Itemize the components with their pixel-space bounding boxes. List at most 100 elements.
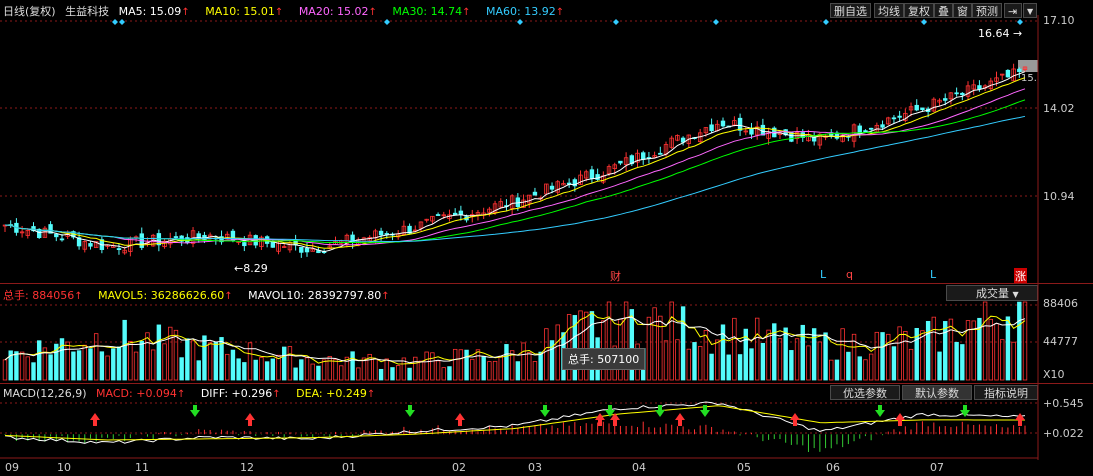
candle-body	[1017, 68, 1022, 73]
volume-bar	[287, 346, 293, 381]
event-diamond-icon	[1017, 19, 1023, 25]
sell-signal-arrow-icon	[963, 405, 967, 411]
candle-body	[589, 169, 595, 179]
volume-bar	[407, 367, 412, 381]
volume-bar	[538, 351, 543, 381]
volume-bar	[259, 357, 264, 381]
candle-body	[458, 210, 464, 215]
volume-bar	[253, 359, 258, 381]
sell-signal-arrow-icon	[700, 410, 710, 417]
volume-bar	[1000, 339, 1005, 381]
buy-signal-arrow-icon	[458, 420, 462, 426]
volume-bar	[418, 360, 424, 381]
buy-signal-arrow-icon	[1015, 413, 1025, 420]
candle-body	[641, 152, 646, 160]
volume-bar	[988, 318, 994, 381]
buy-signal-arrow-icon	[675, 413, 685, 420]
sell-signal-arrow-icon	[405, 410, 415, 417]
volume-bar	[544, 328, 549, 381]
volume-bar	[749, 348, 754, 381]
volume-bar	[709, 353, 714, 381]
volume-bar	[447, 366, 452, 381]
volume-bar	[481, 356, 486, 381]
candle-body	[384, 233, 389, 235]
volume-bar	[14, 351, 19, 381]
candle-body	[943, 98, 948, 101]
volume-bar	[162, 343, 167, 381]
volume-bar	[230, 349, 236, 381]
volume-bar	[282, 346, 287, 381]
sell-signal-arrow-icon	[608, 405, 612, 411]
volume-bar	[800, 324, 805, 381]
buy-signal-arrow-icon	[598, 420, 602, 426]
sell-signal-arrow-icon	[193, 405, 197, 411]
candle-body	[658, 152, 663, 155]
ma-line	[4, 99, 1026, 244]
volume-bar	[384, 358, 389, 381]
volume-bar	[920, 330, 925, 381]
candle-body	[253, 235, 258, 246]
candle-body	[914, 104, 919, 111]
candle-body	[891, 117, 897, 120]
sell-signal-arrow-icon	[878, 405, 882, 411]
volume-bar	[179, 357, 184, 381]
volume-bar	[413, 356, 418, 381]
macd-dea-line	[4, 405, 1025, 441]
volume-bar	[31, 362, 36, 381]
volume-bar	[754, 317, 760, 381]
volume-bar	[925, 320, 931, 381]
volume-bar	[2, 359, 8, 381]
volume-bar	[903, 331, 908, 381]
volume-bar	[794, 338, 800, 381]
volume-bar	[783, 327, 788, 381]
volume-bar	[646, 316, 652, 381]
candle-body	[270, 241, 276, 248]
volume-bar	[264, 361, 270, 381]
volume-bar	[652, 307, 657, 381]
volume-bar	[93, 333, 99, 381]
volume-bar	[470, 358, 475, 381]
sell-signal-arrow-icon	[408, 405, 412, 411]
volume-bar	[299, 359, 304, 381]
volume-bar	[532, 361, 538, 381]
candle-body	[720, 120, 726, 127]
volume-bar	[504, 344, 509, 381]
volume-tooltip: 总手: 507100	[562, 348, 646, 370]
buy-signal-arrow-icon	[90, 413, 100, 420]
volume-bar	[846, 351, 851, 381]
stock-chart[interactable]	[0, 0, 1093, 476]
sell-signal-arrow-icon	[875, 410, 885, 417]
volume-bar	[116, 346, 122, 381]
buy-signal-arrow-icon	[248, 420, 252, 426]
buy-signal-arrow-icon	[793, 420, 797, 426]
sell-signal-arrow-icon	[540, 410, 550, 417]
buy-signal-arrow-icon	[895, 413, 905, 420]
volume-bar	[71, 351, 76, 381]
event-diamond-icon	[613, 19, 619, 25]
volume-bar	[834, 359, 840, 381]
volume-bar	[350, 351, 355, 381]
volume-bar	[863, 359, 868, 381]
buy-signal-arrow-icon	[613, 420, 617, 426]
event-diamond-icon	[384, 19, 390, 25]
volume-bar	[817, 341, 823, 381]
macd-diff-line	[4, 401, 1026, 444]
volume-bar	[76, 350, 82, 381]
candle-body	[196, 233, 201, 238]
candle-body	[737, 117, 743, 131]
candle-body	[452, 212, 458, 216]
buy-signal-arrow-icon	[455, 413, 465, 420]
volume-bar	[25, 356, 30, 381]
volume-bar	[732, 317, 737, 381]
candle-body	[709, 124, 714, 132]
volume-bar	[327, 356, 333, 381]
candle-body	[1005, 69, 1011, 78]
volume-bar	[891, 346, 897, 381]
candle-body	[549, 185, 555, 190]
volume-bar	[840, 328, 845, 381]
volume-bar	[99, 351, 105, 381]
volume-bar	[361, 357, 367, 381]
candle-body	[532, 191, 538, 196]
buy-signal-arrow-icon	[790, 413, 800, 420]
event-diamond-icon	[823, 19, 829, 25]
